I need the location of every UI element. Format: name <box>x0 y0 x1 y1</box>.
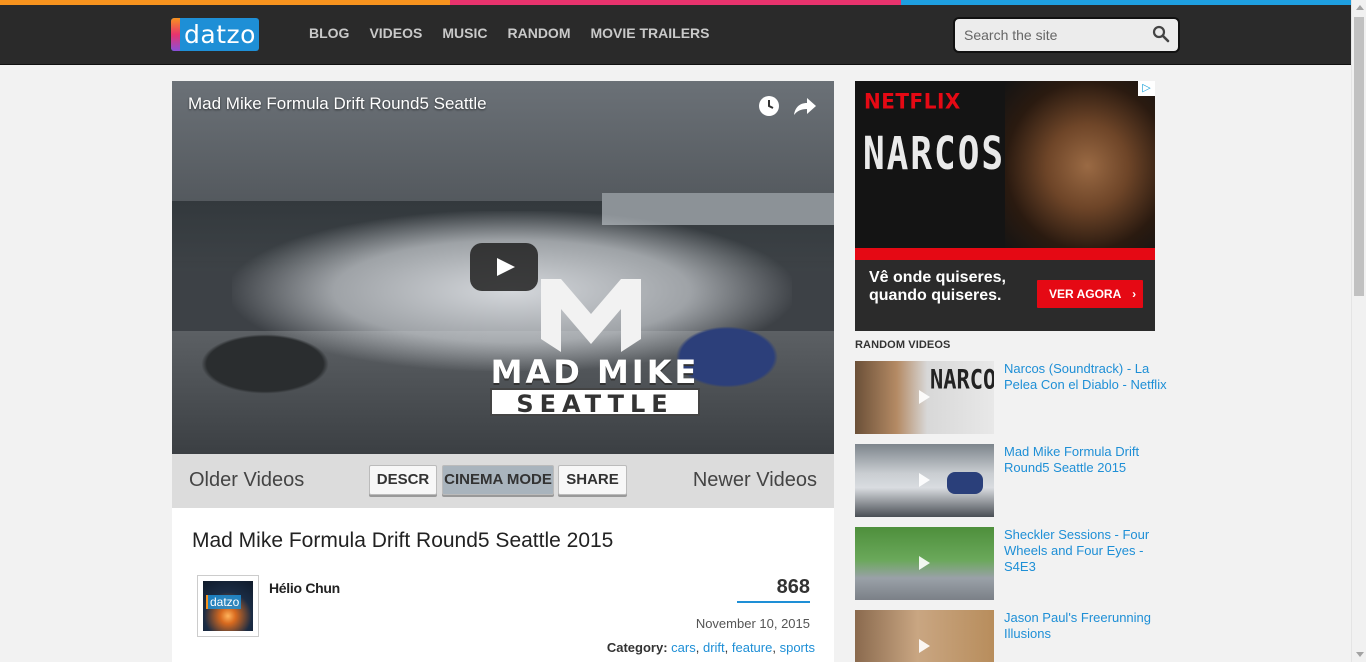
video-thumbnail[interactable]: NARCOS <box>855 361 994 434</box>
video-info-panel: Mad Mike Formula Drift Round5 Seattle 20… <box>172 508 834 662</box>
netflix-ad-banner[interactable]: NETFLIX NARCOS Vê onde quiseres, quando … <box>855 81 1155 331</box>
ad-tagline-1: Vê onde quiseres, <box>869 269 1006 286</box>
random-video-title[interactable]: Mad Mike Formula Drift Round5 Seattle 20… <box>1004 444 1174 476</box>
logo-bar <box>171 18 180 51</box>
video-title: Mad Mike Formula Drift Round5 Seattle 20… <box>192 529 614 552</box>
thumbnail-narcos-text: NARCOS <box>930 365 994 396</box>
random-video-title[interactable]: Sheckler Sessions - Four Wheels and Four… <box>1004 527 1174 575</box>
watermark-line-1: MAD MIKE <box>490 353 700 391</box>
newer-videos-link[interactable]: Newer Videos <box>693 469 817 492</box>
site-header: datzo BLOG VIDEOS MUSIC RANDOM MOVIE TRA… <box>0 5 1351 65</box>
play-icon <box>919 473 930 487</box>
scroll-up-arrow-icon[interactable] <box>1356 5 1364 10</box>
category-label: Category: <box>606 640 668 655</box>
play-icon <box>919 390 930 404</box>
random-video-item[interactable]: Sheckler Sessions - Four Wheels and Four… <box>855 527 1175 600</box>
ad-tagline: Vê onde quiseres, quando quiseres. <box>869 269 1006 305</box>
publish-date: November 10, 2015 <box>695 616 810 631</box>
video-thumbnail[interactable] <box>855 610 994 662</box>
search-box <box>953 17 1180 53</box>
ad-cta-label: VER AGORA <box>1049 287 1121 301</box>
share-icon[interactable] <box>793 95 817 117</box>
nav-random[interactable]: RANDOM <box>507 25 570 41</box>
random-video-title[interactable]: Narcos (Soundtrack) - La Pelea Con el Di… <box>1004 361 1174 393</box>
mad-mike-logo-icon <box>541 279 641 352</box>
video-frame-car-left <box>190 329 340 399</box>
avatar-image: datzo <box>203 581 253 631</box>
ad-red-stripe <box>855 248 1155 260</box>
logo-text: datzo <box>184 20 256 49</box>
main-nav: BLOG VIDEOS MUSIC RANDOM MOVIE TRAILERS <box>309 25 730 41</box>
nav-movie-trailers[interactable]: MOVIE TRAILERS <box>590 25 709 41</box>
watermark-line-2: SEATTLE <box>490 388 700 418</box>
video-player[interactable]: Mad Mike Formula Drift Round5 Seattle MA… <box>172 81 834 454</box>
category-link-sports[interactable]: sports <box>780 640 815 655</box>
chevron-right-icon: › <box>1132 287 1137 301</box>
view-count-underline <box>737 601 810 603</box>
category-link-feature[interactable]: feature <box>732 640 772 655</box>
author-avatar[interactable]: datzo <box>197 575 259 637</box>
author-name[interactable]: Hélio Chun <box>269 580 340 596</box>
ad-brand: NETFLIX <box>864 88 961 114</box>
scrollbar-thumb[interactable] <box>1354 17 1364 296</box>
view-count: 868 <box>776 576 810 598</box>
random-video-item[interactable]: NARCOS Narcos (Soundtrack) - La Pelea Co… <box>855 361 1175 434</box>
play-icon <box>919 556 930 570</box>
play-icon <box>919 639 930 653</box>
site-logo[interactable]: datzo <box>171 18 259 51</box>
random-video-item[interactable]: Jason Paul's Freerunning Illusions <box>855 610 1175 662</box>
avatar-logo-text: datzo <box>206 595 242 609</box>
descr-button[interactable]: DESCR <box>369 465 437 495</box>
watch-later-icon[interactable] <box>758 95 780 117</box>
nav-blog[interactable]: BLOG <box>309 25 349 41</box>
ad-tagline-2: quando quiseres. <box>869 287 1002 304</box>
scroll-down-arrow-icon[interactable] <box>1356 652 1364 657</box>
random-video-title[interactable]: Jason Paul's Freerunning Illusions <box>1004 610 1174 642</box>
page-scrollbar[interactable] <box>1351 0 1366 662</box>
ad-portrait-image <box>1005 81 1155 251</box>
nav-videos[interactable]: VIDEOS <box>369 25 422 41</box>
older-videos-link[interactable]: Older Videos <box>189 469 304 492</box>
search-icon[interactable] <box>1152 25 1170 43</box>
player-title[interactable]: Mad Mike Formula Drift Round5 Seattle <box>188 94 487 114</box>
play-button[interactable] <box>470 243 538 291</box>
category-line: Category: cars, drift, feature, sports <box>606 640 815 655</box>
cinema-mode-button[interactable]: CINEMA MODE <box>442 465 554 495</box>
ad-show-title: NARCOS <box>863 129 1006 181</box>
video-thumbnail[interactable] <box>855 527 994 600</box>
adchoices-icon[interactable]: ▷ <box>1138 81 1155 96</box>
ad-cta-button[interactable]: VER AGORA › <box>1037 280 1143 308</box>
video-thumbnail[interactable] <box>855 444 994 517</box>
thumbnail-car <box>947 472 983 494</box>
share-button[interactable]: SHARE <box>558 465 627 495</box>
random-video-item[interactable]: Mad Mike Formula Drift Round5 Seattle 20… <box>855 444 1175 517</box>
nav-music[interactable]: MUSIC <box>442 25 487 41</box>
category-link-drift[interactable]: drift <box>703 640 725 655</box>
search-input[interactable] <box>955 19 1135 51</box>
video-controls-bar: Older Videos DESCR CINEMA MODE SHARE New… <box>172 454 834 508</box>
random-videos-heading: RANDOM VIDEOS <box>855 339 951 351</box>
category-link-cars[interactable]: cars <box>671 640 696 655</box>
